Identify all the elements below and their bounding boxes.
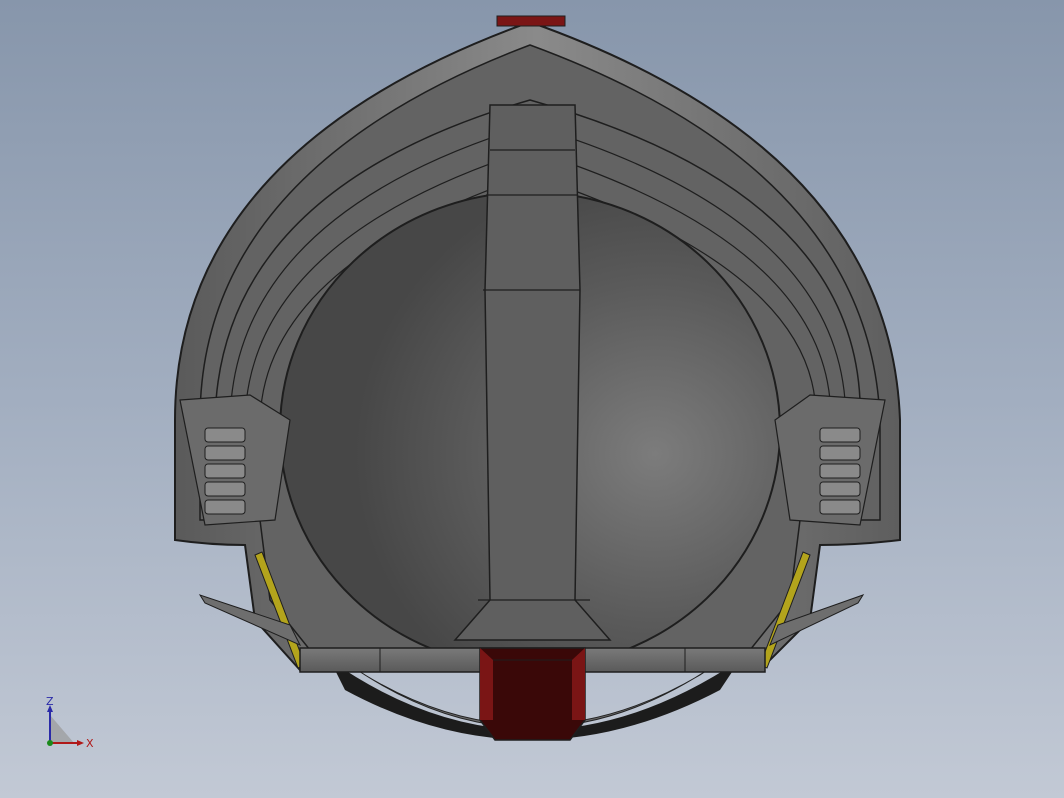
triad-plane (50, 715, 74, 743)
x-axis-label: X (86, 737, 94, 750)
origin-icon (47, 740, 53, 746)
bottom-red-tab (479, 647, 586, 741)
coordinate-triad: Z X (46, 695, 94, 750)
bottom-red-tab-face (480, 648, 493, 720)
cad-viewport[interactable] (0, 0, 1064, 798)
left-vent-slots (204, 427, 246, 515)
bottom-red-tab-face-right (572, 648, 585, 720)
right-vent-slots (819, 427, 861, 515)
top-red-tab (496, 15, 566, 27)
z-axis-label: Z (46, 695, 54, 708)
